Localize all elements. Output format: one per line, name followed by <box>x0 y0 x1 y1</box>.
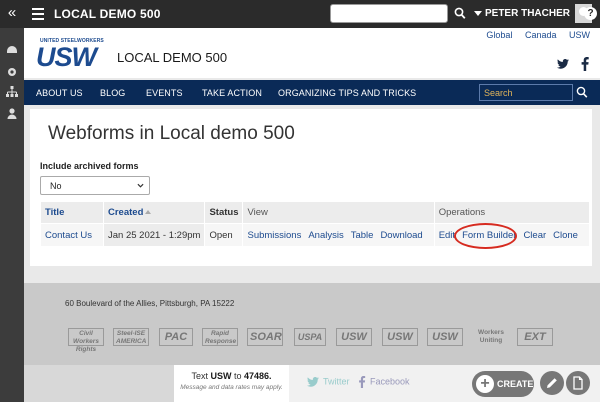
twitter-icon[interactable] <box>557 57 569 71</box>
hamburger-menu-icon[interactable] <box>32 8 44 20</box>
sort-ascending-icon <box>145 210 152 215</box>
share-twitter[interactable]: Twitter <box>307 376 350 388</box>
affiliate-logo[interactable]: USPA <box>294 328 326 346</box>
sms-prefix: Text <box>191 371 211 381</box>
collapse-sidebar-icon[interactable]: « <box>0 0 24 28</box>
nav-organizing-tips[interactable]: ORGANIZING TIPS AND TRICKS <box>278 88 416 98</box>
page-button[interactable] <box>566 371 590 395</box>
archived-forms-value: No <box>50 181 62 191</box>
footer-address: 60 Boulevard of the Allies, Pittsburgh, … <box>65 299 235 308</box>
document-icon <box>573 376 583 390</box>
affiliate-logos: Civil Workers Rights Steel-ISE AMERICA P… <box>68 328 568 353</box>
column-created-label: Created <box>108 207 144 218</box>
row-title-cell: Contact Us <box>40 223 104 247</box>
affiliate-logo[interactable]: Steel-ISE AMERICA <box>113 328 149 346</box>
affiliate-logo[interactable]: USW <box>427 328 463 346</box>
twitter-icon <box>307 377 319 387</box>
help-icon[interactable]: ? <box>584 7 597 20</box>
facebook-icon[interactable] <box>581 57 589 71</box>
affiliate-logo[interactable]: PAC <box>159 328 193 346</box>
search-icon[interactable] <box>454 7 466 20</box>
row-created-cell: Jan 25 2021 - 1:29pm <box>102 223 206 247</box>
table-link[interactable]: Table <box>351 230 374 241</box>
table-row: Contact Us Jan 25 2021 - 1:29pm Open Sub… <box>40 223 590 247</box>
admin-search-input[interactable] <box>330 4 448 23</box>
affiliate-logo[interactable]: SOAR <box>247 328 283 346</box>
affiliate-logo[interactable]: Workers Uniting <box>473 328 509 346</box>
site-name[interactable]: LOCAL DEMO 500 <box>54 7 161 21</box>
logo-big-text: USW <box>36 42 97 72</box>
page-title: Webforms in Local demo 500 <box>48 123 295 144</box>
geo-links: Global Canada USW <box>476 30 590 40</box>
nav-search <box>479 84 573 101</box>
affiliate-logo[interactable]: EXT <box>517 328 553 346</box>
bottom-bar-spacer <box>24 365 174 402</box>
column-title[interactable]: Title <box>40 201 104 224</box>
column-status[interactable]: Status <box>204 201 244 224</box>
nav-about-us[interactable]: ABOUT US <box>36 88 83 98</box>
site-footer: 60 Boulevard of the Allies, Pittsburgh, … <box>24 283 600 365</box>
clear-link[interactable]: Clear <box>523 230 546 241</box>
plus-icon: + <box>476 375 494 393</box>
facebook-label: Facebook <box>370 376 410 387</box>
webforms-table: Title Created Status View Operations Con… <box>40 201 590 247</box>
sms-line: Text USW to 47486. <box>174 371 289 381</box>
nav-take-action[interactable]: TAKE ACTION <box>202 88 262 98</box>
affiliate-logo[interactable]: Civil Workers Rights <box>68 328 104 353</box>
bottom-bar: Text USW to 47486. Message and data rate… <box>24 365 600 402</box>
edit-button[interactable] <box>540 371 564 395</box>
sms-keyword: USW <box>210 371 232 381</box>
local-title: LOCAL DEMO 500 <box>117 50 228 65</box>
analysis-link[interactable]: Analysis <box>308 230 343 241</box>
facebook-icon <box>359 376 366 388</box>
nav-events[interactable]: EVENTS <box>146 88 183 98</box>
share-facebook[interactable]: Facebook <box>358 376 410 388</box>
form-builder-link[interactable]: Form Builder <box>462 230 516 241</box>
usw-logo[interactable]: UNITED STEELWORKERS USW <box>36 38 108 72</box>
column-created[interactable]: Created <box>102 201 206 224</box>
sms-middle: to <box>231 371 244 381</box>
affiliate-logo[interactable]: Rapid Response <box>202 328 238 346</box>
download-link[interactable]: Download <box>380 230 422 241</box>
nav-search-icon[interactable] <box>576 86 588 99</box>
geo-link-usw[interactable]: USW <box>569 30 590 40</box>
geo-link-global[interactable]: Global <box>486 30 512 40</box>
pencil-icon <box>547 378 557 388</box>
create-label: CREATE <box>497 379 534 389</box>
create-button[interactable]: + CREATE <box>472 371 534 397</box>
column-operations: Operations <box>433 201 590 224</box>
dashboard-icon[interactable] <box>6 44 18 56</box>
admin-topbar: LOCAL DEMO 500 PETER THACHER ? <box>24 0 600 28</box>
chevron-down-icon <box>137 183 144 188</box>
user-icon[interactable] <box>6 107 18 119</box>
admin-sidebar: « <box>0 0 24 402</box>
sms-disclaimer: Message and data rates may apply. <box>180 384 283 391</box>
webforms-panel: Webforms in Local demo 500 Include archi… <box>30 109 592 266</box>
affiliate-logo[interactable]: USW <box>382 328 418 346</box>
table-header-row: Title Created Status View Operations <box>40 201 590 224</box>
geo-link-canada[interactable]: Canada <box>525 30 557 40</box>
row-view-cell: Submissions Analysis Table Download <box>242 223 435 247</box>
archived-forms-select[interactable]: No <box>40 176 150 195</box>
sms-signup: Text USW to 47486. Message and data rate… <box>174 365 289 402</box>
archived-forms-label: Include archived forms <box>40 161 139 171</box>
user-name[interactable]: PETER THACHER <box>478 8 570 19</box>
nav-search-input[interactable] <box>480 85 572 100</box>
form-title-link[interactable]: Contact Us <box>45 230 92 241</box>
nav-blog[interactable]: BLOG <box>100 88 125 98</box>
submissions-link[interactable]: Submissions <box>247 230 301 241</box>
row-operations-cell: Edit Form Builder Clear Clone <box>433 223 590 247</box>
clone-link[interactable]: Clone <box>553 230 578 241</box>
row-status-cell: Open <box>204 223 244 247</box>
column-view: View <box>242 201 435 224</box>
sms-number: 47486. <box>244 371 272 381</box>
twitter-label: Twitter <box>323 376 350 387</box>
gear-icon[interactable] <box>6 66 18 78</box>
edit-link[interactable]: Edit <box>439 230 455 241</box>
site-header: UNITED STEELWORKERS USW LOCAL DEMO 500 G… <box>24 28 600 78</box>
sitemap-icon[interactable] <box>6 86 18 98</box>
main-navbar: ABOUT US BLOG EVENTS TAKE ACTION ORGANIZ… <box>24 80 600 105</box>
affiliate-logo[interactable]: USW <box>336 328 372 346</box>
